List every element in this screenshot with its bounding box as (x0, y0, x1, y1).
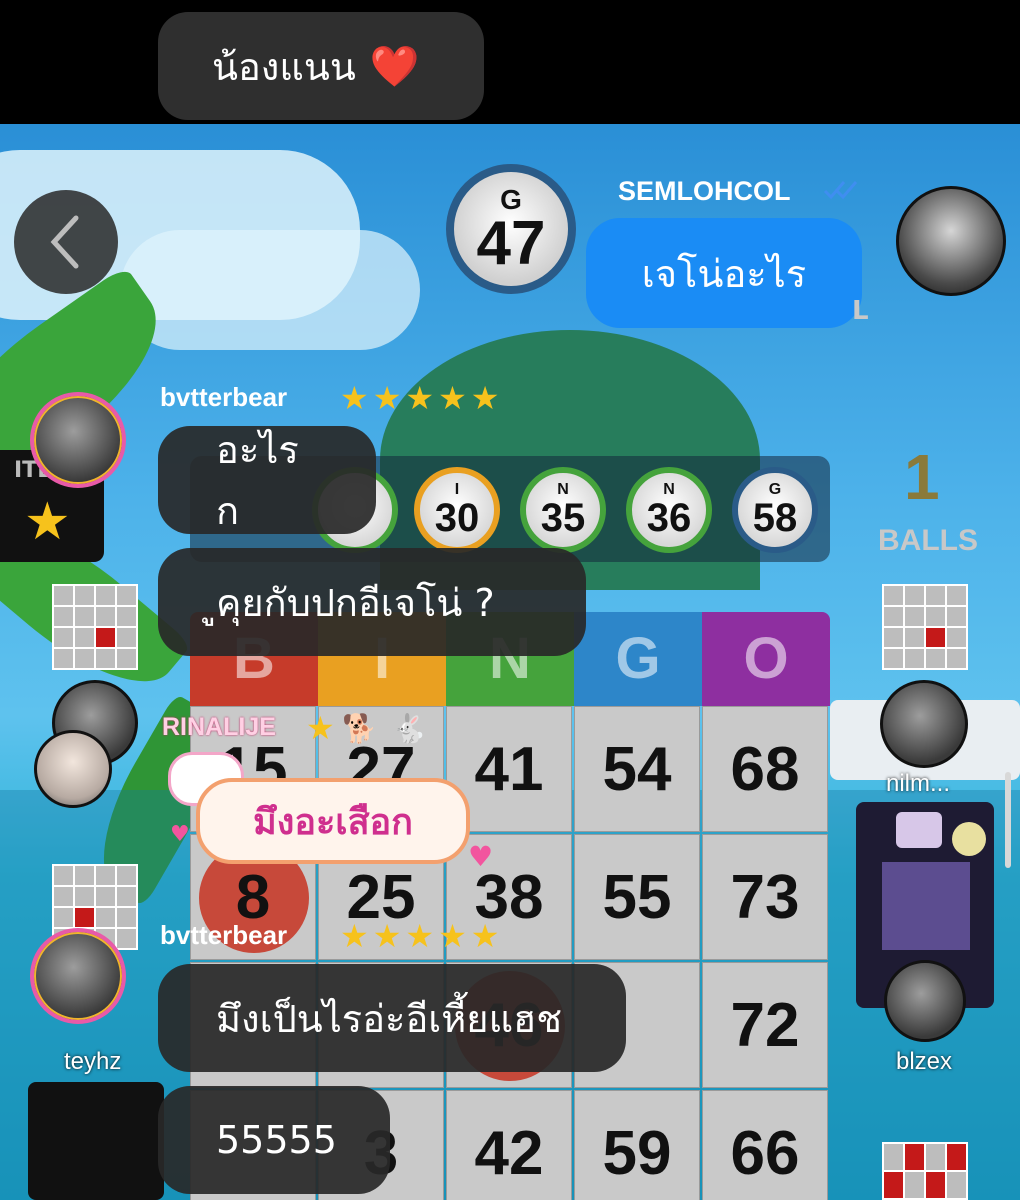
current-ball: G 47 (446, 164, 576, 294)
card-cell[interactable]: 59 (574, 1090, 700, 1200)
chat-message-text: มึงเป็นไรอ่ะอีเหี้ยแฮช (216, 996, 563, 1041)
card-cell[interactable]: 72 (702, 962, 828, 1088)
player-card-thumbnail[interactable] (28, 1082, 164, 1200)
sender-avatar[interactable] (30, 928, 126, 1024)
outgoing-message-text: เจโน่อะไร (641, 251, 807, 296)
player-avatar[interactable] (880, 680, 968, 768)
card-cell[interactable]: 68 (702, 706, 828, 832)
called-ball: G 58 (732, 467, 818, 553)
called-ball: I 30 (414, 467, 500, 553)
back-button[interactable] (14, 190, 118, 294)
chat-message-text: อะไรก (216, 428, 299, 533)
mini-card (882, 862, 970, 950)
called-ball-number: 35 (540, 496, 586, 540)
outgoing-sender-name: SEMLOHCOL (618, 176, 791, 206)
player-name: blzex (896, 1048, 953, 1075)
avatar[interactable] (896, 186, 1006, 296)
called-ball: N 35 (520, 467, 606, 553)
heart-icon: ❤️ (369, 43, 420, 90)
chat-message-bubble[interactable]: 55555 (158, 1086, 390, 1194)
corgi-icon: 🐕 (342, 712, 377, 745)
balls-left-count: 1 (904, 441, 940, 513)
called-ball-number: 36 (646, 496, 692, 540)
balls-left-label: BALLS (878, 524, 978, 557)
mini-card (882, 1142, 968, 1200)
sender-name: RINALIJE (162, 713, 276, 741)
bunny-icon: 🐇 (392, 712, 427, 745)
top-bar (0, 0, 1020, 124)
card-header-g: G (574, 612, 702, 706)
player-avatar[interactable] (884, 960, 966, 1042)
header-message-text: น้องแนน (212, 44, 356, 89)
card-cell[interactable]: 55 (574, 834, 700, 960)
cloud-decoration (120, 230, 420, 350)
chevron-left-icon (50, 215, 79, 269)
card-cell[interactable]: 73 (702, 834, 828, 960)
star-rating-icon: ★★★★★ (340, 917, 504, 955)
chat-message-text: ูคุยกับปกอีเจโน่ ? (216, 580, 495, 625)
cd-decoration (952, 822, 986, 856)
player-name: nilm... (886, 770, 951, 797)
cassette-decoration (896, 812, 942, 848)
heart-icon: ♥ (170, 822, 190, 847)
card-header-o: O (702, 612, 830, 706)
chat-message-bubble[interactable]: อะไรก (158, 426, 376, 534)
sticker-message-bubble[interactable]: มึงอะเสือก (196, 778, 470, 864)
header-message-bubble[interactable]: น้องแนน ❤️ (158, 12, 484, 120)
card-cell[interactable]: 42 (446, 1090, 572, 1200)
scrollbar[interactable] (1005, 772, 1011, 868)
sender-avatar[interactable] (30, 392, 126, 488)
current-ball-number: 47 (476, 209, 546, 278)
mini-card (52, 584, 138, 670)
sender-name: bvtterbear (160, 382, 288, 412)
chat-message-bubble[interactable]: มึงเป็นไรอ่ะอีเหี้ยแฮช (158, 964, 626, 1072)
double-check-icon (823, 181, 858, 200)
outgoing-message-bubble[interactable]: เจโน่อะไร (586, 218, 862, 328)
obscured-letter: L (852, 296, 869, 326)
card-cell[interactable]: 66 (702, 1090, 828, 1200)
star-icon: ★ (24, 492, 71, 552)
chat-message-text: 55555 (216, 1118, 337, 1162)
player-avatar[interactable] (34, 730, 112, 808)
star-rating-icon: ★★★★★ (340, 379, 504, 417)
player-name: teyhz (64, 1048, 122, 1075)
heart-icon: ♥ (468, 840, 494, 873)
chat-message-bubble[interactable]: ูคุยกับปกอีเจโน่ ? (158, 548, 586, 656)
called-ball: N 36 (626, 467, 712, 553)
card-cell[interactable]: 54 (574, 706, 700, 832)
star-icon: ★ (306, 709, 335, 747)
chat-message-text: มึงอะเสือก (253, 801, 413, 843)
sender-name: bvtterbear (160, 920, 288, 950)
called-ball-number: 30 (434, 496, 480, 540)
called-ball-number: 58 (752, 496, 798, 540)
mini-card (882, 584, 968, 670)
